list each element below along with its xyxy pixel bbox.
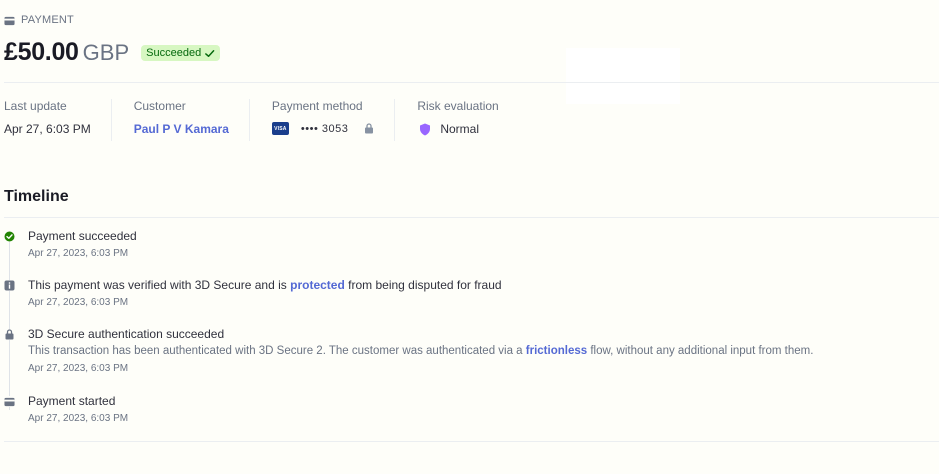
check-circle-icon xyxy=(4,231,15,242)
customer-label: Customer xyxy=(133,99,186,113)
divider xyxy=(4,217,939,218)
status-badge-label: Succeeded xyxy=(146,47,202,59)
payment-amount-row: £50.00 GBP Succeeded xyxy=(4,38,221,67)
timeline-event-time: Apr 27, 2023, 6:03 PM xyxy=(28,297,129,308)
timeline-connector xyxy=(9,242,10,410)
timeline-event: Payment succeeded Apr 27, 2023, 6:03 PM xyxy=(4,229,137,260)
risk-evaluation-text: Normal xyxy=(440,122,479,136)
timeline-event-text: This transaction has been authenticated … xyxy=(28,345,526,357)
timeline-event-title: Payment succeeded xyxy=(28,229,137,243)
timeline-event-time: Apr 27, 2023, 6:03 PM xyxy=(28,413,129,424)
divider xyxy=(4,82,939,83)
payment-method-label: Payment method xyxy=(271,99,363,113)
timeline-event: 3D Secure authentication succeeded This … xyxy=(4,327,813,375)
payment-method-column: Payment method VISA •••• 3053 xyxy=(271,99,396,141)
timeline-event-body: This payment was verified with 3D Secure… xyxy=(28,278,502,309)
timeline-event-text: from being disputed for fraud xyxy=(344,278,502,292)
timeline-event-body: Payment succeeded Apr 27, 2023, 6:03 PM xyxy=(28,229,137,260)
blank-overlay xyxy=(566,48,680,104)
payment-details: Last update Apr 27, 6:03 PM Customer Pau… xyxy=(4,99,541,141)
lock-icon xyxy=(365,123,374,134)
last-update-column: Last update Apr 27, 6:03 PM xyxy=(4,99,112,141)
timeline-event-text: flow, without any additional input from … xyxy=(587,345,814,357)
timeline-event: Payment started Apr 27, 2023, 6:03 PM xyxy=(4,394,128,425)
payment-method-value[interactable]: VISA •••• 3053 xyxy=(271,122,374,135)
shield-icon xyxy=(420,123,431,135)
timeline-event-body: Payment started Apr 27, 2023, 6:03 PM xyxy=(28,394,128,425)
timeline-event-title: 3D Secure authentication succeeded xyxy=(28,327,225,341)
risk-evaluation-label: Risk evaluation xyxy=(417,99,499,113)
last-update-label: Last update xyxy=(4,99,67,113)
timeline-event-title: Payment started xyxy=(28,394,116,408)
visa-card-icon: VISA xyxy=(271,122,289,135)
protected-link[interactable]: protected xyxy=(290,278,345,292)
info-icon xyxy=(4,280,15,291)
timeline-event-body: 3D Secure authentication succeeded This … xyxy=(28,327,813,375)
timeline-title: Timeline xyxy=(4,188,69,205)
lock-icon xyxy=(4,329,15,340)
risk-evaluation-column: Risk evaluation Normal xyxy=(417,99,518,141)
checkmark-icon xyxy=(205,49,215,57)
payment-icon xyxy=(4,396,15,407)
timeline-event-text: This payment was verified with 3D Secure… xyxy=(28,278,291,292)
divider xyxy=(4,441,939,442)
timeline-event-title: This payment was verified with 3D Secure… xyxy=(28,278,502,293)
timeline-event-description: This transaction has been authenticated … xyxy=(28,344,813,359)
section-label: PAYMENT xyxy=(4,14,74,26)
payment-currency: GBP xyxy=(82,40,130,65)
timeline-event-time: Apr 27, 2023, 6:03 PM xyxy=(28,363,129,374)
payment-icon xyxy=(4,15,15,26)
status-badge: Succeeded xyxy=(141,45,221,61)
timeline-event: This payment was verified with 3D Secure… xyxy=(4,278,502,309)
customer-column: Customer Paul P V Kamara xyxy=(134,99,250,141)
frictionless-link[interactable]: frictionless xyxy=(526,345,587,357)
last-update-value: Apr 27, 6:03 PM xyxy=(4,122,91,136)
payment-amount: £50.00 xyxy=(4,38,79,66)
section-label-text: PAYMENT xyxy=(21,14,74,26)
card-masked-number: •••• 3053 xyxy=(300,122,349,135)
customer-link[interactable]: Paul P V Kamara xyxy=(134,122,229,136)
timeline-event-time: Apr 27, 2023, 6:03 PM xyxy=(28,248,129,259)
risk-evaluation-value[interactable]: Normal xyxy=(417,122,498,136)
